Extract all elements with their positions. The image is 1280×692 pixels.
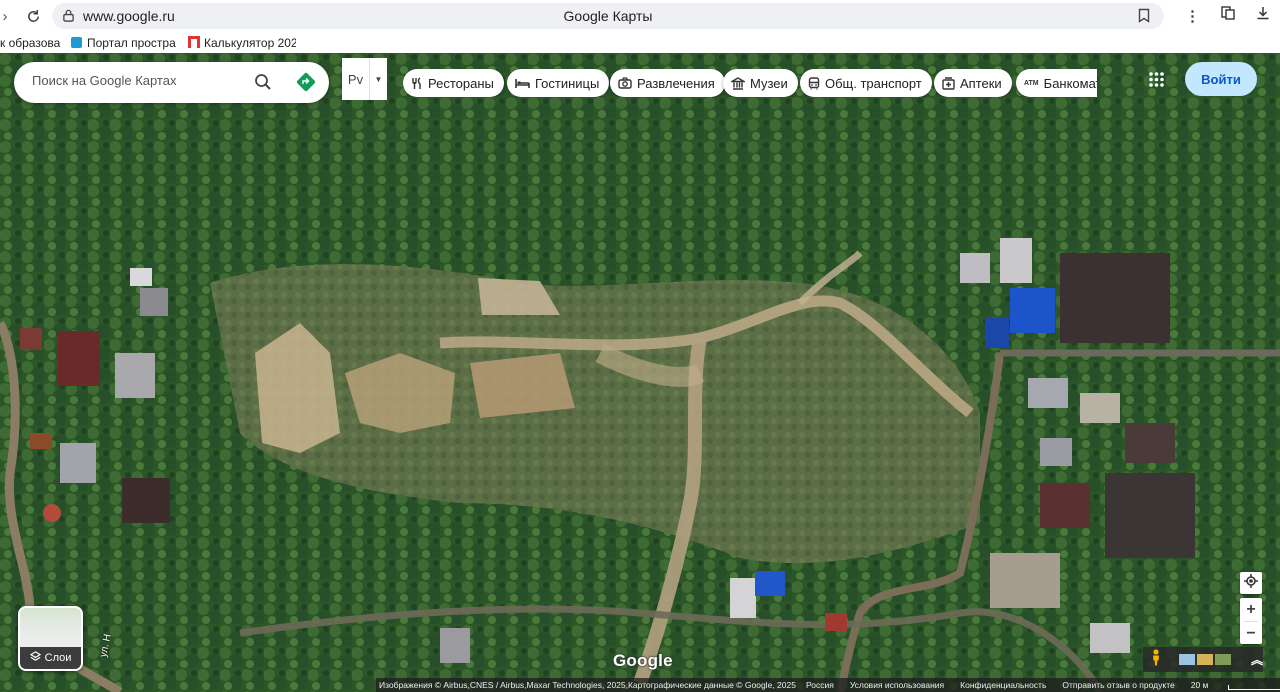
search-box bbox=[14, 62, 329, 103]
chip-hotels[interactable]: Гостиницы bbox=[507, 69, 610, 97]
bus-icon bbox=[808, 76, 820, 90]
directions-icon[interactable] bbox=[296, 72, 316, 97]
scale-label: 20 м bbox=[1190, 680, 1209, 690]
google-logo: Google bbox=[613, 651, 673, 670]
kebab-menu-icon[interactable]: ⋮ bbox=[1185, 7, 1200, 25]
chip-label: Общ. транспорт bbox=[825, 75, 922, 91]
zoom-out-button[interactable]: − bbox=[1240, 622, 1262, 645]
chip-pharmacies[interactable]: Аптеки bbox=[934, 69, 1012, 97]
page-title: Google Карты bbox=[563, 8, 653, 24]
language-selector[interactable]: Рv ▼ bbox=[342, 58, 387, 100]
map-canvas[interactable]: Рv ▼ Рестораны Гостиницы Развлечения bbox=[0, 53, 1280, 692]
bookmark-item[interactable]: к образова bbox=[0, 36, 60, 50]
layers-icon bbox=[29, 651, 41, 665]
chip-atm[interactable]: ATM Банкоматы bbox=[1016, 69, 1097, 97]
chip-label: Банкоматы bbox=[1043, 75, 1097, 91]
portal-favicon-icon bbox=[71, 37, 82, 48]
chip-entertainment[interactable]: Развлечения bbox=[610, 69, 725, 97]
calculator-favicon-icon bbox=[188, 36, 200, 48]
chip-label: Музеи bbox=[750, 75, 788, 91]
museum-icon bbox=[731, 76, 745, 90]
expand-chevron-icon[interactable]: ︽ bbox=[1251, 651, 1263, 668]
feedback-link[interactable]: Отправить отзыв о продукте bbox=[1062, 680, 1174, 690]
address-bar[interactable]: www.google.ru Google Карты bbox=[52, 3, 1164, 29]
layers-label-bar: Слои bbox=[20, 647, 81, 669]
fork-knife-icon bbox=[411, 76, 423, 90]
language-label: Рv bbox=[342, 58, 370, 100]
imagery-attribution: Изображения © Airbus,CNES / Airbus,Maxar… bbox=[379, 680, 796, 690]
login-button[interactable]: Войти bbox=[1185, 62, 1257, 96]
browser-toolbar: › www.google.ru Google Карты ⋮ bbox=[0, 0, 1280, 32]
satellite-imagery bbox=[0, 53, 1280, 692]
pegman-icon[interactable] bbox=[1151, 648, 1161, 671]
atm-icon: ATM bbox=[1024, 79, 1039, 87]
chip-transit[interactable]: Общ. транспорт bbox=[800, 69, 932, 97]
layers-button[interactable]: Слои bbox=[18, 606, 83, 671]
bookmark-item[interactable]: Калькулятор 2025 bbox=[204, 36, 296, 50]
imagery-thumb-3[interactable] bbox=[1215, 654, 1231, 665]
scale-bar[interactable]: 20 м bbox=[1191, 680, 1280, 690]
layers-label: Слои bbox=[44, 652, 72, 664]
imagery-toolbar: ︽ bbox=[1143, 647, 1263, 672]
country-label[interactable]: Россия bbox=[806, 680, 834, 690]
bed-icon bbox=[515, 78, 530, 89]
forward-icon[interactable]: › bbox=[0, 5, 16, 27]
crosshair-icon bbox=[1244, 573, 1258, 593]
terms-link[interactable]: Условия использования bbox=[850, 680, 944, 690]
bookmarks-bar: к образова Портал простран Калькулятор 2… bbox=[0, 32, 1280, 53]
chip-label: Развлечения bbox=[637, 75, 715, 91]
zoom-in-button[interactable]: + bbox=[1240, 598, 1262, 621]
attribution-bar: Изображения © Airbus,CNES / Airbus,Maxar… bbox=[376, 678, 1280, 692]
bookmark-icon[interactable] bbox=[1138, 8, 1150, 28]
chevron-down-icon[interactable]: ▼ bbox=[370, 58, 387, 100]
category-chips: Рестораны Гостиницы Развлечения Музеи Об… bbox=[403, 69, 1097, 97]
bookmark-item[interactable]: Портал простран bbox=[87, 36, 176, 50]
privacy-link[interactable]: Конфиденциальность bbox=[960, 680, 1046, 690]
pharmacy-icon bbox=[942, 76, 955, 90]
download-icon[interactable] bbox=[1256, 6, 1270, 25]
search-icon[interactable] bbox=[254, 73, 272, 96]
search-input[interactable] bbox=[32, 73, 252, 88]
imagery-thumb-2[interactable] bbox=[1197, 654, 1213, 665]
collections-icon[interactable] bbox=[1220, 5, 1236, 26]
imagery-thumb-1[interactable] bbox=[1179, 654, 1195, 665]
zoom-control: + − bbox=[1240, 598, 1262, 644]
chip-label: Гостиницы bbox=[535, 75, 600, 91]
scale-line bbox=[1228, 685, 1280, 690]
camera-icon bbox=[618, 77, 632, 89]
reload-icon[interactable] bbox=[22, 5, 44, 27]
my-location-button[interactable] bbox=[1240, 572, 1262, 594]
chip-label: Рестораны bbox=[428, 75, 494, 91]
apps-grid-icon[interactable] bbox=[1149, 72, 1164, 92]
chip-label: Аптеки bbox=[960, 75, 1002, 91]
chip-museums[interactable]: Музеи bbox=[723, 69, 798, 97]
chip-restaurants[interactable]: Рестораны bbox=[403, 69, 504, 97]
